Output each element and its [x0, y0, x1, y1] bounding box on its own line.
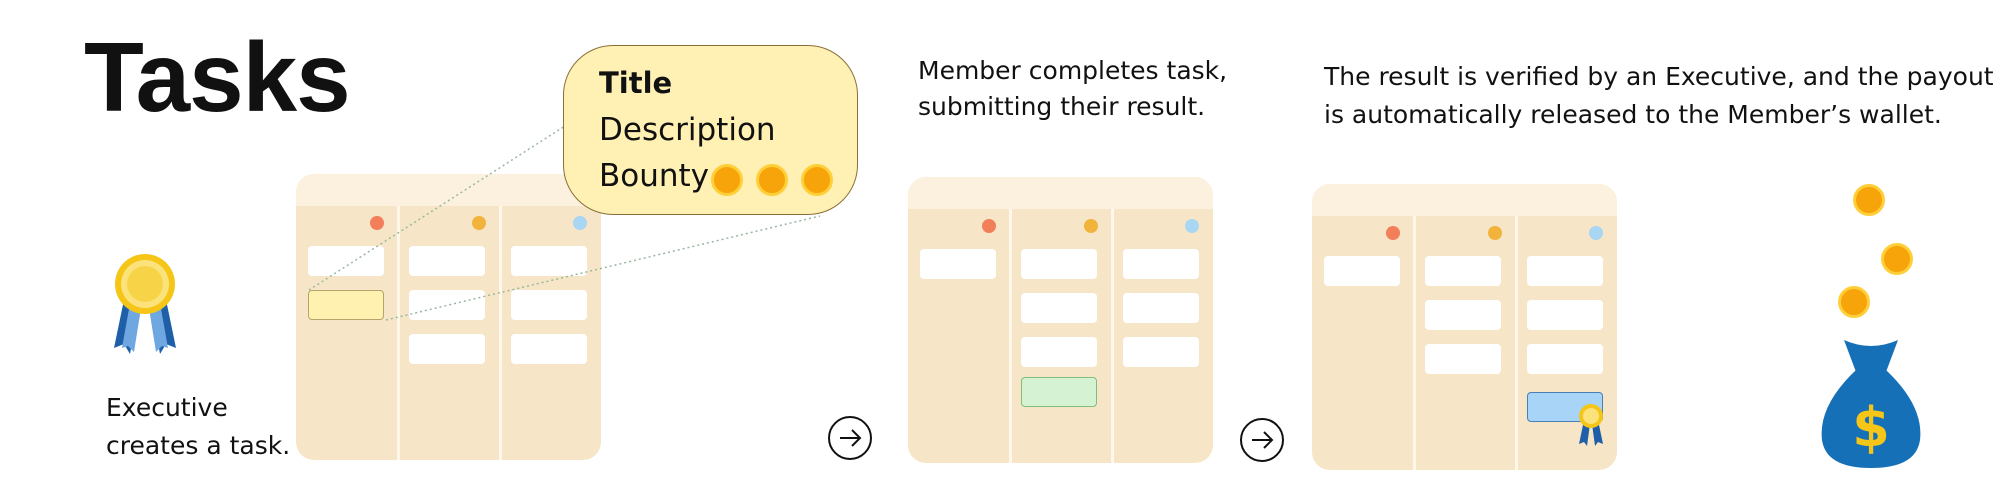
popup-description: Description: [599, 112, 776, 148]
coin-icon: [1853, 184, 1885, 216]
task-card: [1123, 337, 1199, 367]
task-card: [1425, 256, 1501, 286]
arrow-right-circle-icon: [1240, 418, 1284, 462]
status-dot-blue: [1185, 219, 1199, 233]
submitted-task-card: [1021, 377, 1097, 407]
column-divider: [1009, 209, 1012, 463]
status-dot-yellow: [1488, 226, 1502, 240]
popup-title: Title: [599, 66, 673, 100]
step2-caption-line1: Member completes task,: [918, 56, 1228, 85]
arrow-right-circle-icon: [828, 416, 872, 460]
step3-caption-line1: The result is verified by an Executive, …: [1324, 62, 1994, 91]
column-divider: [1111, 209, 1114, 463]
coin-icon: [801, 164, 833, 196]
board-header: [1312, 184, 1617, 216]
task-card: [1425, 344, 1501, 374]
money-bag-dollar-icon: $: [1821, 340, 1921, 468]
task-card: [1123, 249, 1199, 279]
task-card: [920, 249, 996, 279]
task-card: [1021, 293, 1097, 323]
task-card: [1527, 256, 1603, 286]
column-divider: [1515, 216, 1518, 470]
task-board-2: [908, 177, 1213, 463]
coin-icon: [756, 164, 788, 196]
task-card: [1527, 344, 1603, 374]
step3-caption-line2: is automatically released to the Member’…: [1324, 100, 1942, 129]
board-header: [908, 177, 1213, 209]
task-card: [1527, 300, 1603, 330]
status-dot-red: [982, 219, 996, 233]
task-board-3: [1312, 184, 1617, 470]
coin-icon: [1838, 286, 1870, 318]
task-card: [1021, 249, 1097, 279]
svg-text:$: $: [1852, 396, 1890, 459]
step2-caption-line2: submitting their result.: [918, 92, 1206, 121]
coin-icon: [711, 164, 743, 196]
column-divider: [1413, 216, 1416, 470]
task-card: [1324, 256, 1400, 286]
award-ribbon-icon: [1579, 404, 1603, 446]
task-detail-popup: Title Description Bounty: [563, 45, 858, 215]
status-dot-yellow: [1084, 219, 1098, 233]
task-card: [1021, 337, 1097, 367]
task-card: [1425, 300, 1501, 330]
coin-icon: [1881, 243, 1913, 275]
step3-caption: The result is verified by an Executive, …: [1324, 58, 1994, 134]
status-dot-red: [1386, 226, 1400, 240]
task-card: [1123, 293, 1199, 323]
popup-bounty: Bounty: [599, 158, 710, 194]
status-dot-blue: [1589, 226, 1603, 240]
step2-caption: Member completes task, submitting their …: [918, 53, 1227, 125]
